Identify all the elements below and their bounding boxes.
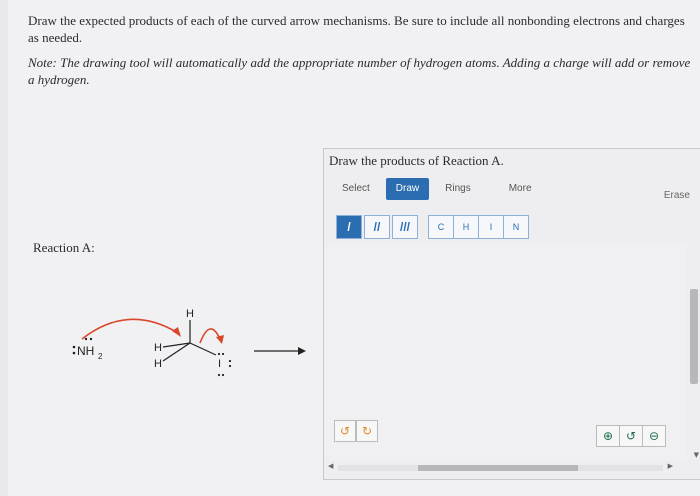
reaction-label: Reaction A: bbox=[33, 240, 95, 255]
atom-c-button[interactable]: C bbox=[428, 215, 454, 239]
reset-icon[interactable]: ↺ bbox=[619, 425, 643, 447]
horizontal-scrollbar[interactable]: ◀ ▶ bbox=[328, 462, 673, 472]
atom-i-button[interactable]: I bbox=[478, 215, 504, 239]
lone-pair-dot bbox=[217, 352, 221, 356]
redo-icon[interactable]: ↻ bbox=[356, 420, 378, 442]
mechanism-diagram: NH 2 H H H I bbox=[72, 308, 306, 377]
tab-rings[interactable]: Rings bbox=[435, 178, 481, 200]
lone-pair-dot bbox=[221, 373, 225, 377]
zoom-out-icon[interactable]: ⊖ bbox=[642, 425, 666, 447]
note-text: Note: The drawing tool will automaticall… bbox=[28, 55, 691, 87]
lone-pair-dot bbox=[228, 364, 232, 368]
lone-pair-dot bbox=[72, 351, 76, 355]
zoom-controls: ⊕ ↺ ⊖ bbox=[596, 425, 666, 447]
bond-c-i bbox=[189, 342, 217, 356]
lone-pair-dot bbox=[228, 359, 232, 363]
atom-iodine: I bbox=[218, 358, 221, 370]
tab-more[interactable]: More bbox=[499, 178, 542, 200]
drawing-panel: Draw the products of Reaction A. Select … bbox=[323, 148, 700, 480]
lone-pair-dot bbox=[89, 337, 93, 341]
instruction-text: Draw the expected products of each of th… bbox=[28, 13, 685, 45]
question-prompt: Draw the expected products of each of th… bbox=[28, 12, 693, 96]
nucleophile-label: NH bbox=[77, 344, 94, 358]
zoom-in-icon[interactable]: ⊕ bbox=[596, 425, 620, 447]
erase-button[interactable]: Erase bbox=[664, 190, 690, 201]
lone-pair-dot bbox=[221, 352, 225, 356]
curved-arrow-2 bbox=[199, 328, 221, 344]
double-bond-button[interactable]: // bbox=[364, 215, 390, 239]
undo-icon[interactable]: ↺ bbox=[334, 420, 356, 442]
atom-h-top: H bbox=[186, 308, 194, 320]
atom-buttons: C H I N bbox=[428, 215, 529, 239]
question-sheet: Draw the expected products of each of th… bbox=[8, 0, 700, 496]
tool-tabs: Select Draw Rings More bbox=[332, 178, 548, 202]
curved-arrow bbox=[81, 318, 179, 340]
scroll-thumb[interactable] bbox=[418, 465, 578, 471]
bond-c-h-bottom bbox=[162, 342, 191, 362]
curved-arrow-head bbox=[172, 327, 181, 337]
curved-arrow-2-head bbox=[216, 335, 224, 344]
nucleophile-subscript: 2 bbox=[98, 352, 103, 361]
lone-pair-dot bbox=[217, 373, 221, 377]
scroll-left-icon[interactable]: ◀ bbox=[328, 462, 333, 470]
lone-pair-dot bbox=[72, 345, 76, 349]
tab-draw[interactable]: Draw bbox=[385, 178, 430, 200]
lone-pair-dot bbox=[84, 337, 88, 341]
scroll-right-icon[interactable]: ▶ bbox=[668, 462, 673, 470]
tab-select[interactable]: Select bbox=[332, 178, 380, 200]
panel-title: Draw the products of Reaction A. bbox=[329, 153, 504, 168]
vertical-scrollbar[interactable] bbox=[690, 289, 698, 384]
single-bond-button[interactable]: / bbox=[336, 215, 362, 239]
triple-bond-button[interactable]: /// bbox=[392, 215, 418, 239]
draw-tools: / // /// C H I N bbox=[336, 215, 529, 239]
reaction-arrow-head bbox=[298, 347, 306, 355]
history-controls: ↺ ↻ bbox=[334, 420, 378, 442]
atom-h-button[interactable]: H bbox=[453, 215, 479, 239]
atom-h-left: H bbox=[154, 342, 162, 354]
atom-n-button[interactable]: N bbox=[503, 215, 529, 239]
scroll-down-icon[interactable]: ▼ bbox=[694, 451, 699, 459]
atom-h-bottom: H bbox=[154, 358, 162, 370]
